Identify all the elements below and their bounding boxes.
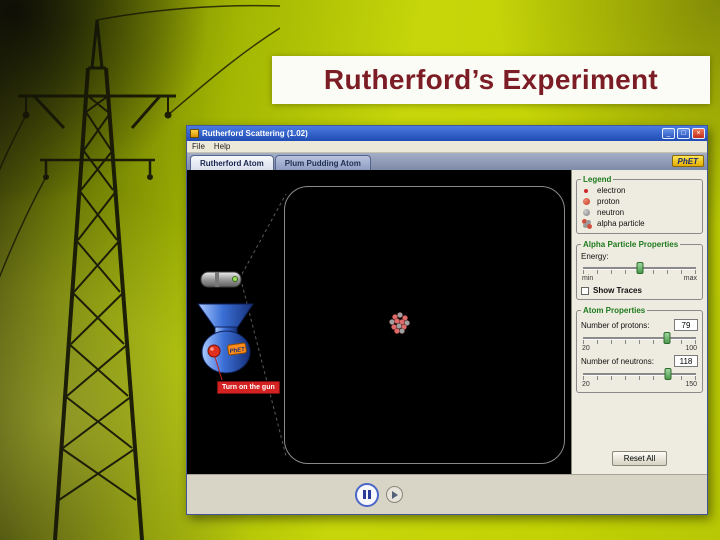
window-title: Rutherford Scattering (1.02) (202, 129, 308, 138)
control-panel: Legend electron proton neutron alpha par… (571, 170, 707, 474)
atom-viewport-box (284, 186, 565, 464)
window-content: PhET Turn on the gun Legend electron pro… (187, 170, 707, 474)
legend-label-alpha-particle: alpha particle (597, 219, 645, 228)
tab-plum-pudding-atom[interactable]: Plum Pudding Atom (274, 155, 371, 170)
slide-title-band: Rutherford’s Experiment (272, 56, 710, 104)
simulation-canvas: PhET Turn on the gun (187, 170, 571, 474)
protons-slider[interactable] (583, 332, 696, 344)
legend-label-neutron: neutron (597, 208, 625, 217)
neutrons-slider[interactable] (583, 368, 696, 380)
slide-background: Rutherford’s Experiment Rutherford Scatt… (0, 0, 720, 540)
legend-label-electron: electron (597, 186, 626, 195)
menu-bar: File Help (187, 141, 707, 153)
nucleus (389, 312, 410, 334)
neutrons-slider-ticks (583, 376, 696, 380)
alpha-panel-title: Alpha Particle Properties (583, 240, 679, 249)
neutrons-value-field[interactable] (674, 355, 698, 367)
alpha-particle-properties-panel: Alpha Particle Properties Energy: min ma… (576, 240, 703, 300)
legend-label-proton: proton (597, 197, 620, 206)
legend-item-proton: proton (581, 196, 698, 207)
step-button[interactable] (386, 486, 403, 503)
protons-slider-thumb[interactable] (663, 332, 671, 344)
alpha-particle-icon (581, 218, 592, 229)
show-traces-row: Show Traces (581, 286, 698, 295)
protons-min-label: 20 (582, 345, 590, 352)
protons-max-label: 100 (685, 345, 697, 352)
gun-on-button[interactable]: Turn on the gun (217, 381, 280, 394)
pause-icon (363, 490, 366, 499)
playback-bar (187, 474, 707, 514)
protons-label: Number of protons: (581, 320, 650, 330)
alpha-particle-gun: PhET (197, 271, 254, 381)
energy-label: Energy: (581, 252, 609, 261)
slide-title: Rutherford’s Experiment (323, 64, 659, 95)
neutrons-slider-track[interactable] (583, 373, 696, 375)
atom-properties-panel: Atom Properties Number of protons: 20 10… (576, 306, 703, 393)
pause-button[interactable] (355, 482, 379, 507)
energy-slider[interactable] (583, 262, 696, 274)
protons-slider-ticks (583, 340, 696, 344)
neutrons-slider-thumb[interactable] (664, 368, 672, 380)
neutrons-label: Number of neutrons: (581, 356, 654, 366)
proton-icon (583, 198, 590, 205)
window-titlebar[interactable]: Rutherford Scattering (1.02) _ □ × (187, 126, 707, 141)
electron-icon (584, 189, 588, 193)
energy-min-label: min (582, 275, 594, 282)
simulation-window: Rutherford Scattering (1.02) _ □ × File … (186, 125, 708, 515)
phet-logo-button[interactable]: PhET (671, 155, 704, 167)
maximize-button[interactable]: □ (677, 128, 690, 139)
reset-all-button[interactable]: Reset All (611, 451, 668, 466)
legend-title: Legend (583, 175, 612, 184)
protons-value-field[interactable] (674, 319, 698, 331)
gun-horn (197, 303, 254, 329)
minimize-button[interactable]: _ (662, 128, 675, 139)
menu-file[interactable]: File (192, 142, 205, 151)
tab-rutherford-atom[interactable]: Rutherford Atom (190, 155, 274, 170)
atom-panel-title: Atom Properties (583, 306, 646, 315)
step-forward-icon (392, 490, 398, 499)
close-button[interactable]: × (692, 128, 705, 139)
legend-item-alpha-particle: alpha particle (581, 218, 698, 229)
neutron-icon (583, 209, 590, 216)
show-traces-label: Show Traces (593, 286, 642, 295)
legend-panel: Legend electron proton neutron alpha par… (576, 175, 703, 234)
menu-help[interactable]: Help (214, 142, 230, 151)
neutrons-max-label: 150 (685, 381, 697, 388)
legend-item-electron: electron (581, 185, 698, 196)
protons-slider-track[interactable] (583, 337, 696, 339)
legend-item-neutron: neutron (581, 207, 698, 218)
neutrons-min-label: 20 (582, 381, 590, 388)
energy-max-label: max (683, 275, 697, 282)
energy-slider-thumb[interactable] (636, 262, 643, 274)
tab-bar: Rutherford Atom Plum Pudding Atom PhET (187, 153, 707, 170)
app-icon (190, 129, 199, 138)
gun-trigger-button[interactable] (207, 344, 221, 358)
show-traces-checkbox[interactable] (581, 286, 589, 295)
